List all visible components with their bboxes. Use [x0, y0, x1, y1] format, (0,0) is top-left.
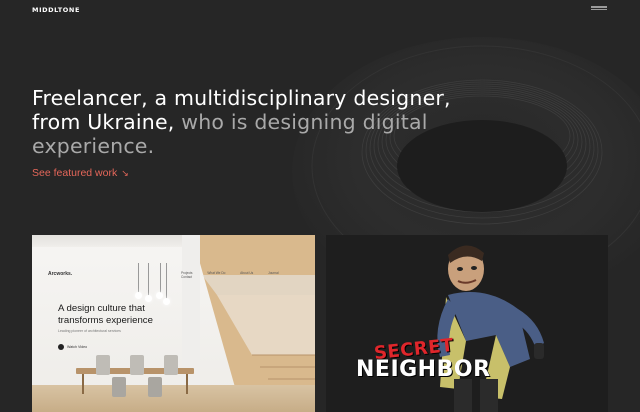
- table-leg: [82, 374, 84, 394]
- site-header: MIDDLTONE: [0, 0, 640, 24]
- pendant-lamp: [163, 298, 170, 305]
- arcworks-headline: A design culture that transforms experie…: [58, 303, 153, 327]
- menu-line: [591, 6, 607, 8]
- lamp-cord: [160, 263, 161, 293]
- arrow-down-right-icon: ↘: [121, 168, 129, 178]
- chair: [164, 355, 178, 375]
- lamp-cord: [166, 263, 167, 301]
- arcworks-brand: Arcworks.: [48, 271, 73, 277]
- project-card-secret-neighbor[interactable]: SECRET NEIGHBOR: [326, 235, 608, 412]
- hero-line-1: Freelancer, a multidisciplinary designer…: [32, 86, 451, 110]
- hero-line-2-white: from Ukraine,: [32, 110, 175, 134]
- arcworks-headline-line: transforms experience: [58, 315, 153, 326]
- hero-heading: Freelancer, a multidisciplinary designer…: [32, 86, 502, 158]
- chair: [112, 377, 126, 397]
- arcworks-watch-button: Watch Video: [58, 344, 87, 350]
- table-leg: [186, 374, 188, 394]
- secret-neighbor-logo-bottom: NEIGHBOR: [356, 357, 491, 382]
- arcworks-nav-item: About Us: [240, 271, 254, 275]
- cta-label: See featured work: [32, 167, 118, 179]
- play-icon: [58, 344, 64, 350]
- arcworks-nav-item: What We Do: [207, 271, 226, 275]
- menu-line: [591, 8, 607, 11]
- arcworks-headline-line: A design culture that: [58, 303, 145, 314]
- arcworks-nav: Projects What We Do About Us Journal Con…: [181, 271, 315, 279]
- lamp-cord: [138, 263, 139, 293]
- neighbor-character-illustration: [437, 245, 544, 412]
- hamburger-menu-icon[interactable]: [590, 4, 608, 12]
- arcworks-nav-item: Contact: [181, 275, 192, 279]
- arcworks-nav-item: Journal: [268, 271, 279, 275]
- pendant-lamp: [156, 292, 163, 299]
- arcworks-subline: Leading pioneer of architectural service…: [58, 329, 121, 333]
- chair: [148, 377, 162, 397]
- arcworks-watch-label: Watch Video: [67, 344, 88, 349]
- hero-line-3: experience.: [32, 134, 155, 158]
- site-logo[interactable]: MIDDLTONE: [32, 6, 80, 14]
- pendant-lamp: [135, 292, 142, 299]
- lamp-cord: [148, 263, 149, 297]
- pendant-lamp: [145, 295, 152, 302]
- project-card-arcworks[interactable]: Arcworks. Projects What We Do About Us J…: [32, 235, 315, 412]
- hero-line-2-gray: who is designing digital: [174, 110, 428, 134]
- chair: [130, 355, 144, 375]
- chair: [96, 355, 110, 375]
- see-featured-work-link[interactable]: See featured work ↘: [32, 167, 129, 179]
- wooden-floor: [32, 385, 315, 412]
